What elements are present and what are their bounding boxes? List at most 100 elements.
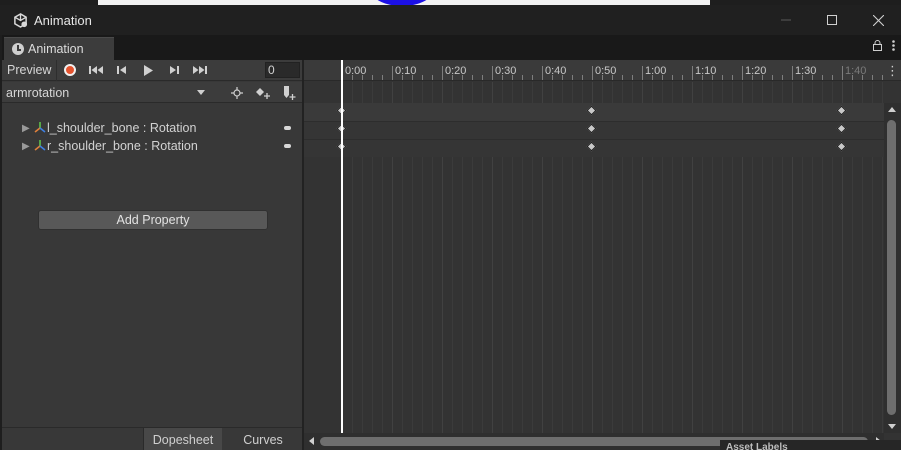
unity-icon [12,12,28,28]
tab-animation-label: Animation [28,42,84,56]
ruler-tick [752,75,753,80]
playhead[interactable] [341,60,343,433]
ruler-tick [692,66,693,80]
window-title-bar[interactable]: Animation [0,5,901,35]
tick-label: 1:20 [745,65,767,77]
ruler-tick [812,75,813,80]
next-key-icon [170,66,180,74]
tick-label: 0:30 [495,65,517,77]
filter-by-selection-icon [231,86,243,99]
clip-dropdown-value: armrotation [6,85,70,100]
ruler-tick [832,75,833,80]
tick-label: 0:20 [445,65,467,77]
ruler-tick [362,75,363,80]
tick-label: 0:00 [345,65,367,77]
ruler-tick [862,75,863,80]
ruler-tick [462,75,463,80]
kebab-menu-icon[interactable]: ⋮ [886,63,899,79]
fold-arrow-icon[interactable]: ▶ [22,123,30,134]
property-label: l_shoulder_bone : Rotation [47,121,197,135]
dopesheet-timeline[interactable]: ⋮ 0:00 0:10 0:20 0:30 0:40 0:50 1:00 1:10 1:20 1:… [304,60,901,450]
ruler-tick [882,75,883,80]
tick-label: 1:40 [845,65,867,77]
close-button[interactable] [855,5,901,35]
preview-button[interactable]: Preview [2,59,58,81]
property-row-r-shoulder[interactable]: ▶ r_shoulder_bone : Rotation [2,138,303,156]
ruler-tick [592,66,593,80]
first-key-icon [89,66,104,74]
ruler-tick [432,75,433,80]
ruler-tick [872,75,873,80]
add-keyframe-icon [256,87,270,99]
property-row-l-shoulder[interactable]: ▶ l_shoulder_bone : Rotation [2,120,303,138]
scroll-left-icon[interactable] [309,437,314,445]
ruler-tick [412,75,413,80]
time-ruler[interactable]: ⋮ 0:00 0:10 0:20 0:30 0:40 0:50 1:00 1:10 1:20 1:… [304,60,901,81]
first-key-button[interactable] [83,60,109,81]
bone-icon [33,139,47,153]
minimize-button[interactable] [763,5,809,35]
tick-label: 0:40 [545,65,567,77]
vertical-scroll-thumb[interactable] [887,120,896,415]
ruler-tick [722,75,723,80]
property-label: r_shoulder_bone : Rotation [47,139,198,153]
scroll-up-icon[interactable] [888,107,896,112]
ruler-tick [392,66,393,80]
tick-label: 1:00 [645,65,667,77]
tick-label: 0:50 [595,65,617,77]
ruler-tick [402,75,403,80]
ruler-tick [452,75,453,80]
tick-label: 1:30 [795,65,817,77]
add-event-button[interactable] [276,82,302,103]
playback-toolbar: Preview 0 [2,59,303,81]
ruler-tick [482,75,483,80]
add-keyframe-button[interactable] [250,82,276,103]
ruler-tick [712,75,713,80]
ruler-tick [352,75,353,80]
property-panel: Preview 0 armrotation ▶ l_shoulder_bone … [2,59,303,450]
tab-animation[interactable]: Animation [4,37,114,60]
ruler-tick [422,75,423,80]
next-key-button[interactable] [161,60,187,81]
add-property-button[interactable]: Add Property [38,210,268,230]
vertical-scrollbar[interactable] [884,103,901,433]
play-button[interactable] [135,60,161,81]
kebab-menu-icon[interactable] [892,40,895,54]
ruler-tick [762,75,763,80]
ruler-tick [582,75,583,80]
view-mode-tabs: Dopesheet Curves [2,427,303,450]
frame-input[interactable]: 0 [265,62,300,78]
ruler-tick [522,75,523,80]
prev-key-button[interactable] [109,60,135,81]
lock-icon[interactable] [873,40,882,54]
maximize-button[interactable] [809,5,855,35]
record-button[interactable] [57,60,83,81]
chevron-down-icon [197,90,205,95]
ruler-tick [782,75,783,80]
ruler-tick [732,75,733,80]
ruler-tick [472,75,473,80]
ruler-tick [442,66,443,80]
last-key-button[interactable] [187,60,213,81]
ruler-tick [382,75,383,80]
tick-label: 1:10 [695,65,717,77]
curves-tab[interactable]: Curves [223,428,303,450]
ruler-tick [512,75,513,80]
ruler-tick [602,75,603,80]
filter-by-selection-button[interactable] [224,82,250,103]
add-event-icon [284,85,296,100]
ruler-tick [612,75,613,80]
dopesheet-tab[interactable]: Dopesheet [143,428,222,450]
ruler-tick [622,75,623,80]
clip-dropdown[interactable]: armrotation [2,82,209,103]
ruler-tick [372,75,373,80]
property-options-icon[interactable] [284,144,291,148]
ruler-tick [842,66,843,80]
ruler-tick [822,75,823,80]
fold-arrow-icon[interactable]: ▶ [22,141,30,152]
ruler-tick [852,75,853,80]
tick-label: 0:10 [395,65,417,77]
clip-bar: armrotation [2,82,303,103]
property-options-icon[interactable] [284,126,291,130]
scroll-down-icon[interactable] [888,424,896,429]
